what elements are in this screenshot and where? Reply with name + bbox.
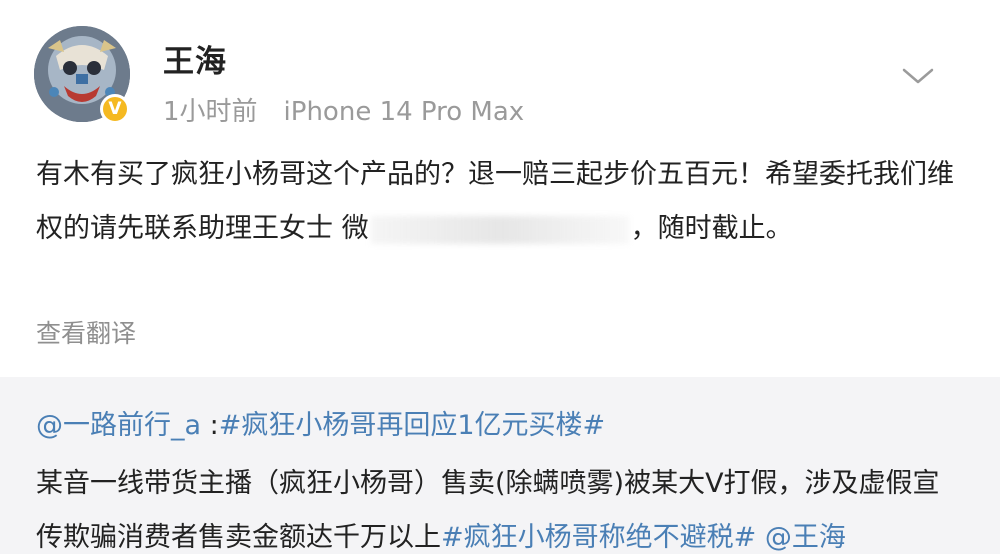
retweet-header: @一路前行_a :#疯狂小杨哥再回应1亿元买楼# bbox=[36, 403, 605, 442]
post-header: V 王海 1小时前 iPhone 14 Pro Max bbox=[0, 0, 1000, 135]
chevron-down-icon[interactable] bbox=[896, 60, 940, 92]
post-text-part2: ，随时截止。 bbox=[630, 213, 793, 244]
retweet-text: 某音一线带货主播（疯狂小杨哥）售卖(除螨喷雾)被某大V打假，涉及虚假宣传欺骗消费… bbox=[36, 457, 966, 554]
retweet-mention-user[interactable]: @一路前行_a bbox=[36, 410, 201, 441]
retweet-hashtag-2[interactable]: #疯狂小杨哥称绝不避税# bbox=[441, 522, 756, 553]
post-device: iPhone 14 Pro Max bbox=[283, 97, 525, 127]
retweet-separator: : bbox=[201, 410, 219, 441]
translate-link[interactable]: 查看翻译 bbox=[36, 314, 136, 350]
retweet-hashtag-1[interactable]: #疯狂小杨哥再回应1亿元买楼# bbox=[219, 410, 605, 441]
post-body: 有木有买了疯狂小杨哥这个产品的？退一赔三起步价五百元！希望委托我们维权的请先联系… bbox=[36, 148, 956, 256]
weibo-post: V 王海 1小时前 iPhone 14 Pro Max 有木有买了疯狂小杨哥这个产… bbox=[0, 0, 1000, 554]
post-timestamp: 1小时前 bbox=[163, 97, 258, 127]
verified-badge-icon: V bbox=[100, 94, 130, 124]
retweet-mention-end[interactable]: @王海 bbox=[756, 522, 846, 553]
username[interactable]: 王海 bbox=[163, 36, 227, 81]
retweet-block[interactable]: @一路前行_a :#疯狂小杨哥再回应1亿元买楼# 某音一线带货主播（疯狂小杨哥）… bbox=[0, 377, 1000, 554]
redacted-contact bbox=[370, 215, 629, 244]
post-meta: 1小时前 iPhone 14 Pro Max bbox=[163, 91, 524, 128]
